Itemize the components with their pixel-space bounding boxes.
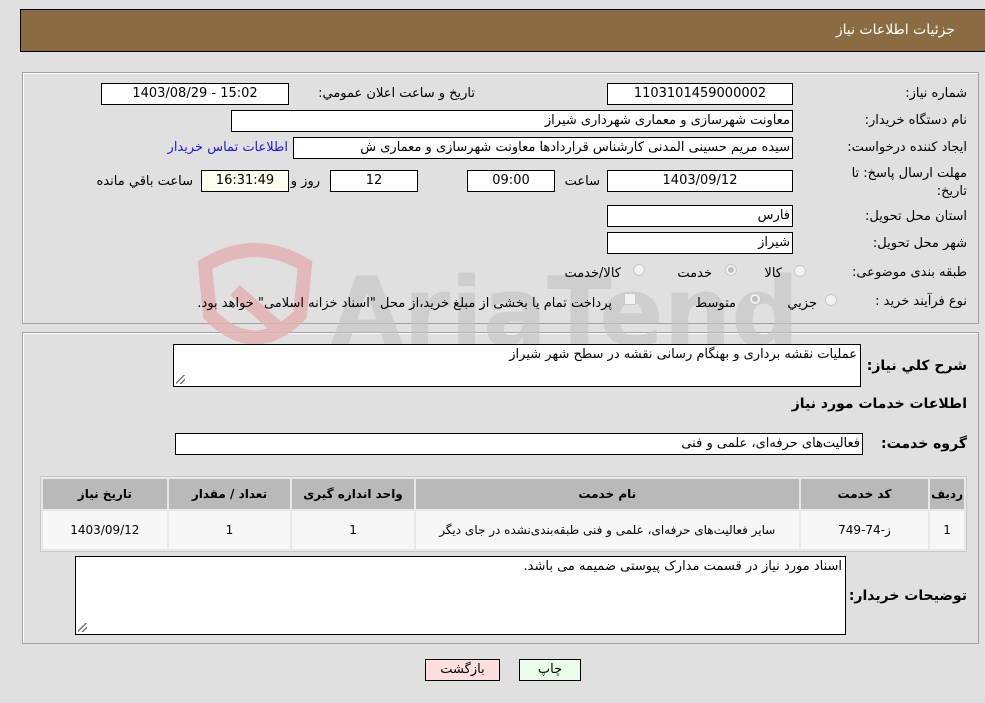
print-button[interactable]: چاپ	[519, 659, 581, 681]
buyer-org-label: نام دستگاه خریدار:	[864, 113, 967, 128]
purchase-type-radio-medium[interactable]	[749, 293, 761, 305]
category-radio-goods-service[interactable]	[633, 264, 645, 276]
col-need-date: تاریخ نیاز	[43, 479, 167, 509]
province-label: استان محل تحویل:	[865, 209, 967, 224]
buyer-notes-label: توضیحات خریدار:	[848, 588, 967, 604]
time-remaining-label: ساعت باقي مانده	[96, 174, 193, 189]
need-number-field[interactable]: 1103101459000002	[607, 83, 793, 105]
table-header-row: ردیف کد خدمت نام خدمت واحد اندازه گیری ت…	[43, 479, 964, 509]
days-label: روز و	[290, 174, 320, 189]
purchase-type-option-medium: متوسط	[695, 296, 736, 311]
treasury-bonds-checkbox[interactable]	[624, 293, 636, 305]
purchase-type-option-minor: جزيي	[787, 296, 817, 311]
category-option-goods-service: کالا/خدمت	[564, 266, 621, 281]
col-service-code: کد خدمت	[800, 479, 929, 509]
table-row: 1 ز-74-749 سایر فعالیت‌های حرفه‌ای، علمی…	[43, 511, 964, 549]
time-remaining-field: 16:31:49	[201, 170, 289, 192]
province-field[interactable]: فارس	[607, 205, 793, 227]
page-title: جزئیات اطلاعات نیاز	[835, 22, 955, 38]
category-radio-goods[interactable]	[794, 265, 806, 277]
cell-row-number: 1	[930, 511, 964, 549]
city-label: شهر محل تحویل:	[872, 236, 967, 251]
deadline-time-field[interactable]: 09:00	[467, 170, 555, 192]
announce-datetime-field[interactable]: 1403/08/29 - 15:02	[101, 83, 289, 105]
cell-service-name: سایر فعالیت‌های حرفه‌ای، علمی و فنی طبقه…	[415, 511, 799, 549]
services-table: ردیف کد خدمت نام خدمت واحد اندازه گیری ت…	[40, 476, 967, 552]
col-quantity: تعداد / مقدار	[168, 479, 291, 509]
deadline-label: مهلت ارسال پاسخ: تا تاریخ:	[851, 166, 967, 199]
resize-grip-icon[interactable]	[176, 375, 185, 384]
description-label: شرح کلي نیاز:	[866, 358, 967, 374]
need-number-label: شماره نیاز:	[905, 86, 967, 101]
cell-quantity: 1	[168, 511, 291, 549]
category-label: طبقه بندی موضوعی:	[851, 265, 967, 280]
city-field[interactable]: شیراز	[607, 232, 793, 254]
treasury-note: پرداخت تمام یا بخشی از مبلغ خرید،از محل …	[197, 296, 612, 311]
requester-label: ایجاد کننده درخواست:	[847, 140, 967, 155]
col-service-name: نام خدمت	[415, 479, 799, 509]
buyer-notes-textarea[interactable]: اسناد مورد نیاز در قسمت مدارک پیوستی ضمی…	[75, 556, 846, 635]
col-row-number: ردیف	[930, 479, 964, 509]
buyer-contact-link[interactable]: اطلاعات تماس خریدار	[168, 140, 288, 155]
purchase-type-label: نوع فرآیند خرید :	[875, 294, 967, 309]
cell-service-code: ز-74-749	[800, 511, 929, 549]
purchase-type-radio-minor[interactable]	[825, 294, 837, 306]
page-header: جزئیات اطلاعات نیاز	[20, 9, 985, 52]
back-button[interactable]: بازگشت	[425, 659, 500, 681]
announce-datetime-label: تاریخ و ساعت اعلان عمومي:	[318, 86, 475, 101]
description-textarea[interactable]: عملیات نقشه برداری و بهنگام رسانی نقشه د…	[173, 344, 861, 387]
category-option-goods: کالا	[764, 266, 782, 281]
category-radio-service[interactable]	[725, 264, 737, 276]
cell-need-date: 1403/09/12	[43, 511, 167, 549]
category-option-service: خدمت	[677, 266, 712, 281]
services-heading: اطلاعات خدمات مورد نیاز	[791, 396, 967, 412]
days-remaining-field[interactable]: 12	[330, 170, 418, 192]
service-group-label: گروه خدمت:	[881, 436, 967, 452]
resize-grip-icon[interactable]	[78, 623, 87, 632]
requester-field[interactable]: سیده مریم حسینی المدنی کارشناس قراردادها…	[293, 137, 793, 159]
service-group-field[interactable]: فعالیت‌های حرفه‌ای، علمی و فنی	[175, 433, 863, 455]
col-unit: واحد اندازه گیری	[292, 479, 414, 509]
deadline-date-field[interactable]: 1403/09/12	[607, 170, 793, 192]
buyer-org-field[interactable]: معاونت شهرسازی و معماری شهرداری شیراز	[231, 110, 793, 132]
deadline-time-label: ساعت	[564, 174, 600, 189]
buyer-notes-text: اسناد مورد نیاز در قسمت مدارک پیوستی ضمی…	[523, 559, 842, 574]
cell-unit: 1	[292, 511, 414, 549]
description-text: عملیات نقشه برداری و بهنگام رسانی نقشه د…	[509, 347, 857, 362]
